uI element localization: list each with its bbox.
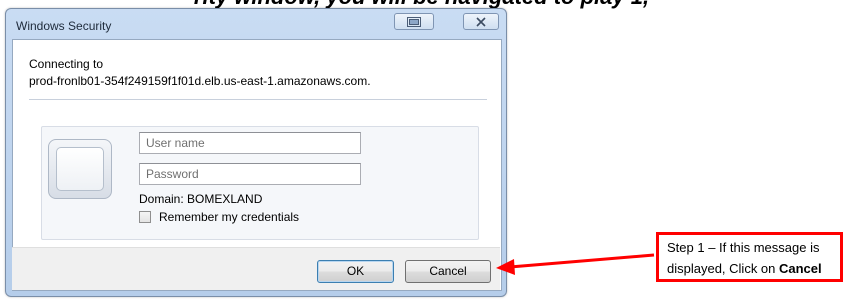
remember-checkbox[interactable] — [139, 211, 151, 223]
ok-button[interactable]: OK — [317, 260, 394, 283]
server-host: prod-fronlb01-354f249159f1f01d.elb.us-ea… — [29, 74, 371, 88]
domain-text: Domain: BOMEXLAND — [139, 192, 263, 206]
user-avatar-icon — [48, 139, 112, 199]
credential-tile: Domain: BOMEXLAND Remember my credential… — [41, 126, 479, 240]
callout-cancel-emphasis: Cancel — [779, 261, 822, 276]
windows-security-dialog: Windows Security Connecting to prod-fron… — [5, 8, 507, 297]
window-title: Windows Security — [16, 19, 112, 33]
password-input[interactable] — [139, 163, 361, 185]
callout-line-1: Step 1 – If this message is — [667, 240, 820, 255]
separator — [29, 99, 487, 100]
connecting-label: Connecting to — [29, 57, 104, 71]
remember-credentials[interactable]: Remember my credentials — [139, 210, 299, 224]
remember-label: Remember my credentials — [159, 210, 300, 224]
cancel-button[interactable]: Cancel — [405, 260, 491, 283]
instruction-callout: Step 1 – If this message is displayed, C… — [656, 232, 843, 282]
avatar-inner — [56, 147, 104, 191]
username-input[interactable] — [139, 132, 361, 154]
restore-icon — [407, 17, 421, 27]
close-button[interactable] — [463, 13, 499, 30]
button-bar: OK Cancel — [12, 247, 500, 290]
restore-button[interactable] — [394, 13, 434, 30]
titlebar: Windows Security — [6, 9, 506, 39]
close-icon — [476, 17, 486, 27]
callout-line-2: displayed, Click on Cancel — [667, 258, 840, 279]
callout-line-2-prefix: displayed, Click on — [667, 261, 779, 276]
